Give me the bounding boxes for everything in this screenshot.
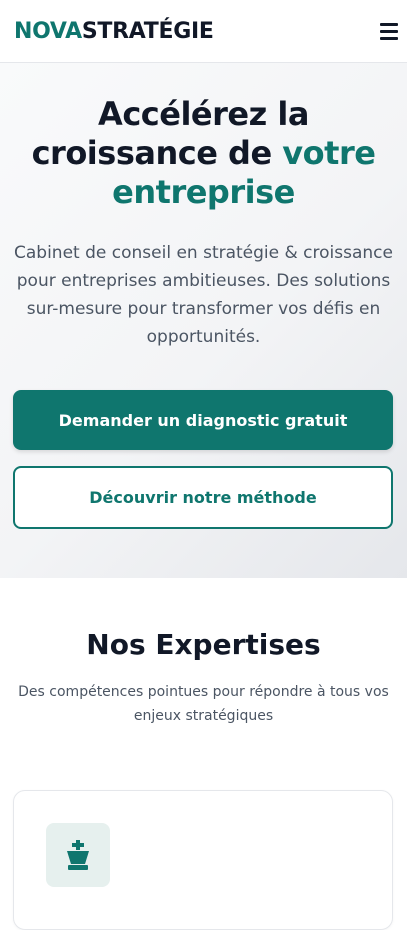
expertises-title: Nos Expertises — [86, 628, 321, 661]
hero-description: Cabinet de conseil en stratégie & croiss… — [14, 243, 393, 347]
logo[interactable]: NOVASTRATÉGIE — [14, 19, 214, 44]
hero-title: Accélérez la croissance de votre entrepr… — [20, 95, 387, 212]
logo-strategie: STRATÉGIE — [81, 18, 214, 44]
expertises-subtitle: Des compétences pointues pour répondre à… — [18, 684, 389, 724]
chess-king-icon — [46, 823, 110, 887]
hero-title-line2: croissance de — [31, 134, 283, 172]
logo-nova: NOVA — [14, 18, 82, 44]
method-button[interactable]: Découvrir notre méthode — [13, 466, 393, 529]
site-header: NOVASTRATÉGIE — [0, 0, 407, 63]
hero-section: Accélérez la croissance de votre entrepr… — [0, 63, 407, 578]
hamburger-menu-icon[interactable] — [376, 18, 402, 44]
expertises-section: Nos Expertises Des compétences pointues … — [0, 578, 407, 930]
hero-title-line1: Accélérez la — [98, 95, 309, 133]
expertise-card[interactable] — [13, 790, 393, 930]
diagnostic-button[interactable]: Demander un diagnostic gratuit — [13, 390, 393, 450]
